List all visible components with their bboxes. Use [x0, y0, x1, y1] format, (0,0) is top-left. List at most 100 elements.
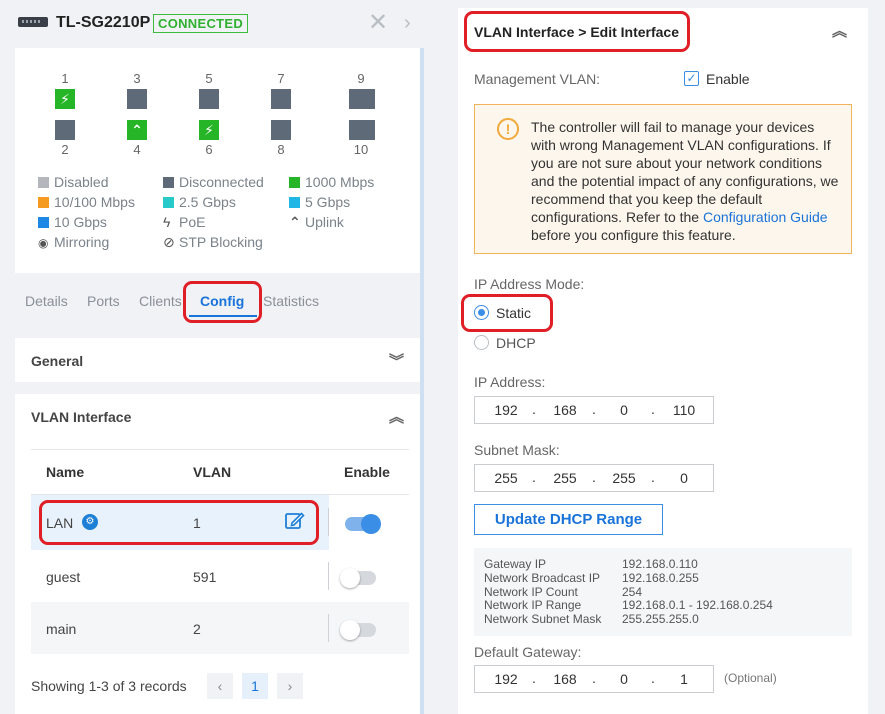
port-4[interactable]: ⌃ — [127, 120, 147, 140]
table-row[interactable]: main 2 — [31, 602, 409, 654]
legend-2-5gbps: 2.5 Gbps — [163, 194, 236, 210]
octet[interactable]: 0 — [664, 470, 704, 486]
column-header-name: Name — [46, 464, 85, 480]
scrollbar[interactable] — [420, 48, 424, 714]
device-name: TL-SG2210P — [56, 14, 151, 31]
vlan-interface-section: VLAN Interface ︽ Name VLAN Enable LAN ⚙ … — [15, 394, 420, 714]
divider — [31, 449, 409, 450]
status-badge: CONNECTED — [153, 14, 249, 33]
info-value: 192.168.0.110 — [622, 557, 698, 571]
enable-toggle[interactable] — [340, 620, 376, 640]
port-8[interactable] — [271, 120, 291, 140]
enable-toggle[interactable] — [340, 568, 376, 588]
port-1[interactable]: ⚡ — [55, 89, 75, 109]
warning-text: recommend that you keep the default — [531, 191, 763, 207]
record-count: Showing 1-3 of 3 records — [31, 678, 187, 694]
octet[interactable]: 0 — [604, 671, 644, 687]
port-3[interactable] — [127, 89, 147, 109]
port-number: 2 — [61, 142, 69, 157]
optional-hint: (Optional) — [724, 671, 777, 685]
octet[interactable]: 0 — [604, 402, 644, 418]
uplink-icon: ⌃ — [131, 122, 143, 138]
vlan-name: guest — [46, 569, 81, 585]
highlight-breadcrumb — [464, 11, 690, 52]
info-value: 254 — [622, 585, 643, 599]
close-icon[interactable]: ✕ — [368, 10, 388, 36]
port-number: 6 — [205, 142, 213, 157]
ip-address-input[interactable]: 192 . 168 . 0 . 110 — [474, 396, 714, 424]
legend-poe: ϟ PoE — [163, 214, 206, 230]
page-1-button[interactable]: 1 — [242, 673, 268, 699]
next-page-button[interactable]: › — [277, 673, 303, 699]
column-separator — [328, 562, 329, 590]
warning-text: configurations. Refer to the Configurati… — [531, 209, 828, 225]
dot: . — [651, 401, 655, 417]
switch-icon — [18, 17, 48, 27]
network-info-box: Gateway IP 192.168.0.110 Network Broadca… — [474, 548, 852, 636]
dhcp-radio[interactable] — [474, 335, 489, 350]
tab-ports[interactable]: Ports — [87, 293, 120, 309]
section-title: VLAN Interface — [31, 409, 132, 425]
enable-toggle[interactable] — [345, 514, 381, 534]
legend-stp-blocking: ⊘ STP Blocking — [163, 234, 263, 250]
prev-page-button[interactable]: ‹ — [207, 673, 233, 699]
swatch — [163, 197, 174, 208]
collapse-icon[interactable]: ︽ — [389, 406, 404, 427]
warning-text: before you configure this feature. — [531, 227, 736, 243]
info-key: Network IP Range — [484, 598, 582, 612]
device-header: TL-SG2210P CONNECTED ✕ › — [0, 0, 432, 46]
port-2[interactable] — [55, 120, 75, 140]
octet[interactable]: 255 — [545, 470, 585, 486]
legend-uplink: ⌃ Uplink — [289, 214, 344, 230]
tab-details[interactable]: Details — [25, 293, 68, 309]
bolt-icon: ϟ — [163, 214, 171, 230]
dot: . — [651, 469, 655, 485]
info-value: 255.255.255.0 — [622, 612, 699, 626]
port-5[interactable] — [199, 89, 219, 109]
enable-label: Enable — [706, 71, 750, 87]
octet[interactable]: 168 — [545, 402, 585, 418]
dot: . — [532, 401, 536, 417]
management-vlan-checkbox[interactable]: ✓ — [684, 71, 699, 86]
tab-statistics[interactable]: Statistics — [263, 293, 319, 309]
swatch — [289, 197, 300, 208]
info-key: Network IP Count — [484, 585, 578, 599]
update-dhcp-range-button[interactable]: Update DHCP Range — [474, 504, 663, 535]
octet[interactable]: 1 — [664, 671, 704, 687]
octet[interactable]: 192 — [486, 402, 526, 418]
general-section[interactable]: General ︾ — [15, 338, 420, 382]
configuration-guide-link[interactable]: Configuration Guide — [703, 209, 828, 225]
expand-icon[interactable]: ︾ — [389, 350, 404, 371]
octet[interactable]: 110 — [664, 402, 704, 418]
blocked-icon: ⊘ — [163, 234, 175, 250]
octet[interactable]: 192 — [486, 671, 526, 687]
port-9[interactable] — [349, 89, 375, 109]
port-number: 1 — [61, 71, 69, 86]
swatch — [38, 177, 49, 188]
column-header-enable: Enable — [344, 464, 390, 480]
tab-clients[interactable]: Clients — [139, 293, 182, 309]
port-number: 4 — [133, 142, 141, 157]
octet[interactable]: 255 — [604, 470, 644, 486]
octet[interactable]: 255 — [486, 470, 526, 486]
vlan-name: main — [46, 621, 77, 637]
chevron-right-icon[interactable]: › — [404, 10, 411, 36]
default-gateway-input[interactable]: 192 . 168 . 0 . 1 — [474, 665, 714, 693]
info-value: 192.168.0.255 — [622, 571, 699, 585]
management-vlan-label: Management VLAN: — [474, 71, 601, 87]
column-header-vlan: VLAN — [193, 464, 232, 480]
warning-box: ! The controller will fail to manage you… — [474, 104, 852, 254]
collapse-icon[interactable]: ︽ — [832, 20, 847, 41]
highlight-lan-row — [39, 500, 319, 545]
warning-icon: ! — [497, 118, 519, 140]
column-separator — [328, 614, 329, 642]
octet[interactable]: 168 — [545, 671, 585, 687]
port-10[interactable] — [349, 120, 375, 140]
swatch — [38, 197, 49, 208]
poe-icon: ⚡ — [204, 122, 214, 138]
default-gateway-label: Default Gateway: — [474, 644, 582, 660]
port-6[interactable]: ⚡ — [199, 120, 219, 140]
port-7[interactable] — [271, 89, 291, 109]
subnet-mask-input[interactable]: 255 . 255 . 255 . 0 — [474, 464, 714, 492]
port-number: 8 — [277, 142, 285, 157]
